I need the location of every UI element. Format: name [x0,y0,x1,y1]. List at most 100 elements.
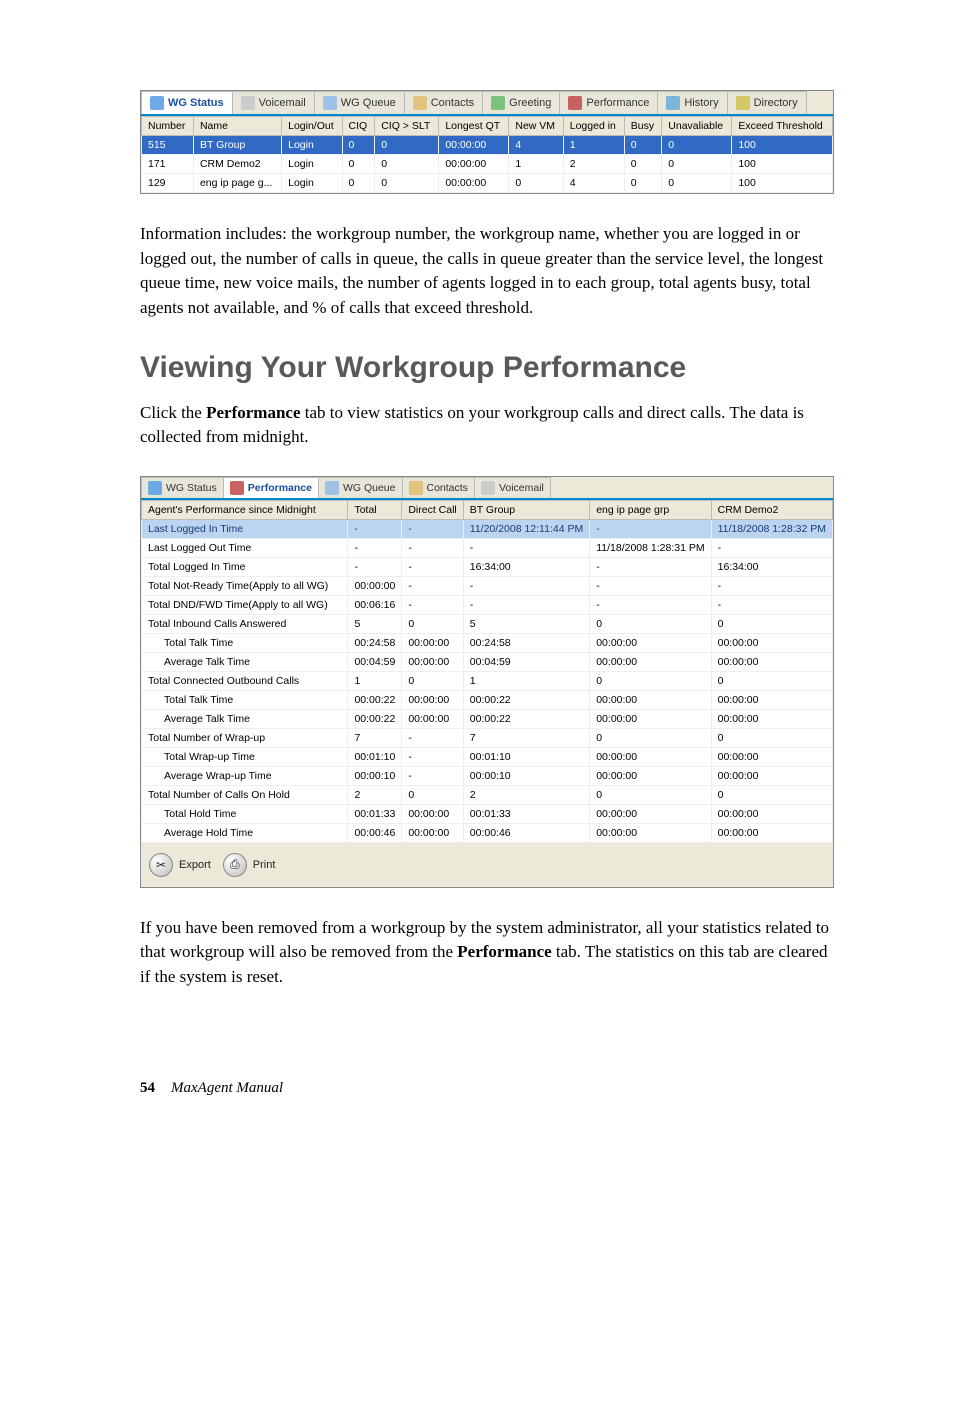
tab-label: Performance [586,97,649,109]
tab-history[interactable]: History [657,91,727,114]
cell: 1 [348,671,402,690]
table-row[interactable]: Average Talk Time00:04:5900:00:0000:04:5… [142,652,833,671]
tab-wg-status[interactable]: WG Status [141,477,224,498]
table-row[interactable]: Total Wrap-up Time00:01:10-00:01:1000:00… [142,747,833,766]
cell: 0 [402,614,463,633]
table-row[interactable]: Total Not-Ready Time(Apply to all WG)00:… [142,576,833,595]
col-header[interactable]: Number [142,117,194,136]
table-row[interactable]: 515BT GroupLogin0000:00:004100100 [142,136,833,155]
tab-contacts[interactable]: Contacts [404,91,483,114]
cell: - [590,557,711,576]
col-header[interactable]: CIQ [342,117,375,136]
cell: Login [282,174,342,193]
cell: 0 [590,728,711,747]
table-row[interactable]: 129eng ip page g...Login0000:00:00040010… [142,174,833,193]
tab-label: Voicemail [259,97,306,109]
tab-label: WG Status [166,482,217,494]
cell: 100 [732,155,833,174]
cell: 0 [711,671,832,690]
performance-icon [230,481,244,495]
history-icon [666,96,680,110]
tab-contacts[interactable]: Contacts [402,477,475,498]
cell: 11/18/2008 1:28:32 PM [711,519,832,538]
table-row[interactable]: Total DND/FWD Time(Apply to all WG)00:06… [142,595,833,614]
table-row[interactable]: Average Wrap-up Time00:00:10-00:00:1000:… [142,766,833,785]
cell: 0 [590,785,711,804]
tab-wg-queue[interactable]: WG Queue [318,477,403,498]
table-row[interactable]: Total Talk Time00:00:2200:00:0000:00:220… [142,690,833,709]
table-row[interactable]: Total Logged In Time--16:34:00-16:34:00 [142,557,833,576]
tab-wg-queue[interactable]: WG Queue [314,91,405,114]
col-header[interactable]: Exceed Threshold [732,117,833,136]
export-button[interactable]: ✂ Export [149,853,211,877]
print-button[interactable]: ⎙ Print [223,853,276,877]
cell: Total Talk Time [142,633,348,652]
export-icon: ✂ [149,853,173,877]
cell: 00:00:46 [348,823,402,842]
cell: 7 [463,728,589,747]
cell: 00:00:00 [402,804,463,823]
info-paragraph: Information includes: the workgroup numb… [140,222,834,321]
cell: 00:04:59 [348,652,402,671]
table-row[interactable]: Total Number of Calls On Hold20200 [142,785,833,804]
col-header[interactable]: New VM [509,117,563,136]
table-row[interactable]: 171CRM Demo2Login0000:00:001200100 [142,155,833,174]
col-header[interactable]: BT Group [463,500,589,519]
col-header[interactable]: Agent's Performance since Midnight [142,500,348,519]
greeting-icon [491,96,505,110]
col-header[interactable]: Longest QT [439,117,509,136]
tab-directory[interactable]: Directory [727,91,807,114]
contacts-icon [413,96,427,110]
cell: 00:00:10 [348,766,402,785]
cell: Total DND/FWD Time(Apply to all WG) [142,595,348,614]
col-header[interactable]: eng ip page grp [590,500,711,519]
table-row[interactable]: Total Hold Time00:01:3300:00:0000:01:330… [142,804,833,823]
col-header[interactable]: CIQ > SLT [375,117,439,136]
table-row[interactable]: Total Connected Outbound Calls10100 [142,671,833,690]
cell: 5 [463,614,589,633]
tab-wg-status[interactable]: WG Status [141,91,233,114]
table-row[interactable]: Average Talk Time00:00:2200:00:0000:00:2… [142,709,833,728]
page-footer: 54 MaxAgent Manual [140,1080,834,1097]
table-row[interactable]: Last Logged Out Time---11/18/2008 1:28:3… [142,538,833,557]
cell: 00:00:00 [402,652,463,671]
tab-greeting[interactable]: Greeting [482,91,560,114]
col-header[interactable]: Direct Call [402,500,463,519]
col-header[interactable]: Total [348,500,402,519]
cell: 00:04:59 [463,652,589,671]
cell: 11/18/2008 1:28:31 PM [590,538,711,557]
col-header[interactable]: Busy [624,117,662,136]
table-row[interactable]: Last Logged In Time--11/20/2008 12:11:44… [142,519,833,538]
para3-bold: Performance [457,942,551,961]
table-row[interactable]: Total Talk Time00:24:5800:00:0000:24:580… [142,633,833,652]
cell: 0 [402,785,463,804]
cell: Login [282,136,342,155]
directory-icon [736,96,750,110]
cell: 00:00:00 [711,652,832,671]
tab-performance[interactable]: Performance [559,91,658,114]
tab-label: History [684,97,718,109]
col-header[interactable]: Login/Out [282,117,342,136]
tab-voicemail[interactable]: Voicemail [474,477,551,498]
cell: 171 [142,155,194,174]
cell: 00:00:00 [711,633,832,652]
book-title: MaxAgent Manual [171,1080,283,1097]
cell: 00:00:10 [463,766,589,785]
tab-performance[interactable]: Performance [223,477,319,498]
removed-paragraph: If you have been removed from a workgrou… [140,916,834,990]
tab-label: Directory [754,97,798,109]
col-header[interactable]: Name [193,117,281,136]
cell: 00:01:10 [348,747,402,766]
cell: eng ip page g... [193,174,281,193]
cell: Total Number of Calls On Hold [142,785,348,804]
col-header[interactable]: CRM Demo2 [711,500,832,519]
col-header[interactable]: Unavaliable [662,117,732,136]
col-header[interactable]: Logged in [563,117,624,136]
table-row[interactable]: Total Inbound Calls Answered50500 [142,614,833,633]
tab-voicemail[interactable]: Voicemail [232,91,315,114]
cell: 4 [563,174,624,193]
cell: 00:01:33 [463,804,589,823]
tab-label: Greeting [509,97,551,109]
table-row[interactable]: Total Number of Wrap-up7-700 [142,728,833,747]
table-row[interactable]: Average Hold Time00:00:4600:00:0000:00:4… [142,823,833,842]
